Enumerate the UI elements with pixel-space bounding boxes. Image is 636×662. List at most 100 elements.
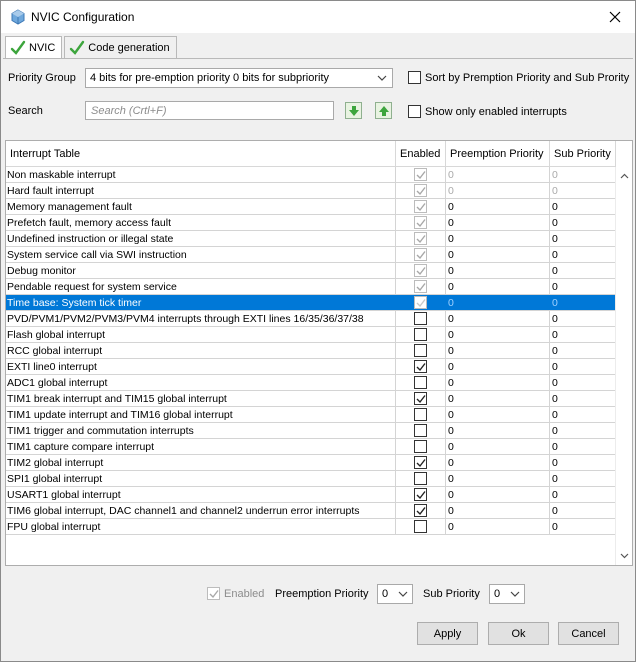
preemption-priority-cell[interactable]: 0: [446, 215, 550, 230]
sub-priority-cell[interactable]: 0: [550, 359, 616, 374]
preemption-priority-cell[interactable]: 0: [446, 503, 550, 518]
sub-priority-cell[interactable]: 0: [550, 455, 616, 470]
table-row[interactable]: SPI1 global interrupt 0 0: [6, 471, 616, 487]
preemption-priority-cell[interactable]: 0: [446, 423, 550, 438]
sub-priority-cell[interactable]: 0: [550, 167, 616, 182]
cancel-button[interactable]: Cancel: [558, 622, 619, 645]
preemption-priority-cell[interactable]: 0: [446, 471, 550, 486]
table-row[interactable]: Undefined instruction or illegal state 0 0: [6, 231, 616, 247]
enabled-checkbox[interactable]: [414, 376, 427, 389]
sort-priority-option[interactable]: Sort by Premption Priority and Sub Prori…: [408, 71, 629, 84]
table-row[interactable]: TIM6 global interrupt, DAC channel1 and …: [6, 503, 616, 519]
sub-priority-cell[interactable]: 0: [550, 423, 616, 438]
table-row[interactable]: PVD/PVM1/PVM2/PVM3/PVM4 interrupts throu…: [6, 311, 616, 327]
sub-priority-cell[interactable]: 0: [550, 263, 616, 278]
sub-priority-cell[interactable]: 0: [550, 519, 616, 534]
column-header-enabled[interactable]: Enabled: [396, 141, 446, 167]
sub-priority-cell[interactable]: 0: [550, 231, 616, 246]
column-header-preemption[interactable]: Preemption Priority: [446, 141, 550, 167]
sub-priority-cell[interactable]: 0: [550, 215, 616, 230]
enabled-checkbox[interactable]: [414, 440, 427, 453]
table-row[interactable]: Pendable request for system service 0 0: [6, 279, 616, 295]
preemption-priority-cell[interactable]: 0: [446, 295, 550, 310]
preemption-priority-cell[interactable]: 0: [446, 455, 550, 470]
preemption-priority-cell[interactable]: 0: [446, 263, 550, 278]
sub-priority-cell[interactable]: 0: [550, 183, 616, 198]
sub-priority-cell[interactable]: 0: [550, 199, 616, 214]
search-next-button[interactable]: [345, 102, 362, 119]
preemption-priority-cell[interactable]: 0: [446, 183, 550, 198]
sub-priority-cell[interactable]: 0: [550, 407, 616, 422]
sub-priority-cell[interactable]: 0: [550, 279, 616, 294]
show-enabled-checkbox[interactable]: [408, 105, 421, 118]
apply-button[interactable]: Apply: [417, 622, 478, 645]
preemption-priority-cell[interactable]: 0: [446, 359, 550, 374]
show-enabled-option[interactable]: Show only enabled interrupts: [408, 105, 567, 118]
preemption-priority-cell[interactable]: 0: [446, 519, 550, 534]
sub-priority-cell[interactable]: 0: [550, 503, 616, 518]
table-row[interactable]: Debug monitor 0 0: [6, 263, 616, 279]
priority-group-select[interactable]: 4 bits for pre-emption priority 0 bits f…: [85, 68, 393, 88]
enabled-checkbox[interactable]: [414, 392, 427, 405]
scroll-down-icon[interactable]: [619, 550, 630, 561]
table-row[interactable]: RCC global interrupt 0 0: [6, 343, 616, 359]
sub-priority-cell[interactable]: 0: [550, 471, 616, 486]
sub-priority-cell[interactable]: 0: [550, 247, 616, 262]
preemption-priority-cell[interactable]: 0: [446, 167, 550, 182]
table-row[interactable]: TIM1 update interrupt and TIM16 global i…: [6, 407, 616, 423]
enabled-checkbox[interactable]: [414, 408, 427, 421]
table-row[interactable]: Hard fault interrupt 0 0: [6, 183, 616, 199]
sort-priority-checkbox[interactable]: [408, 71, 421, 84]
table-row[interactable]: USART1 global interrupt 0 0: [6, 487, 616, 503]
sub-priority-cell[interactable]: 0: [550, 439, 616, 454]
enabled-checkbox[interactable]: [414, 488, 427, 501]
enabled-checkbox[interactable]: [414, 424, 427, 437]
preemption-priority-cell[interactable]: 0: [446, 375, 550, 390]
table-row[interactable]: TIM2 global interrupt 0 0: [6, 455, 616, 471]
sub-priority-cell[interactable]: 0: [550, 375, 616, 390]
table-scrollbar[interactable]: [615, 167, 632, 565]
preemption-priority-cell[interactable]: 0: [446, 439, 550, 454]
table-row[interactable]: System service call via SWI instruction 0…: [6, 247, 616, 263]
table-row[interactable]: TIM1 capture compare interrupt 0 0: [6, 439, 616, 455]
ok-button[interactable]: Ok: [488, 622, 549, 645]
table-row[interactable]: ADC1 global interrupt 0 0: [6, 375, 616, 391]
enabled-checkbox[interactable]: [414, 520, 427, 533]
preemption-priority-cell[interactable]: 0: [446, 343, 550, 358]
enabled-checkbox[interactable]: [414, 312, 427, 325]
preemption-priority-cell[interactable]: 0: [446, 247, 550, 262]
table-row[interactable]: FPU global interrupt 0 0: [6, 519, 616, 535]
tab-code-generation[interactable]: Code generation: [64, 36, 177, 58]
sub-priority-cell[interactable]: 0: [550, 343, 616, 358]
table-row[interactable]: EXTI line0 interrupt 0 0: [6, 359, 616, 375]
search-previous-button[interactable]: [375, 102, 392, 119]
preemption-priority-cell[interactable]: 0: [446, 279, 550, 294]
enabled-checkbox[interactable]: [414, 456, 427, 469]
enabled-checkbox[interactable]: [414, 360, 427, 373]
table-row[interactable]: TIM1 trigger and commutation interrupts 0…: [6, 423, 616, 439]
editor-enabled-option[interactable]: Enabled: [207, 587, 264, 600]
preemption-priority-cell[interactable]: 0: [446, 327, 550, 342]
table-row[interactable]: Prefetch fault, memory access fault 0 0: [6, 215, 616, 231]
sub-priority-cell[interactable]: 0: [550, 295, 616, 310]
preemption-priority-cell[interactable]: 0: [446, 391, 550, 406]
search-input[interactable]: [85, 101, 334, 120]
editor-enabled-checkbox[interactable]: [207, 587, 220, 600]
table-row[interactable]: Memory management fault 0 0: [6, 199, 616, 215]
column-header-interrupt[interactable]: Interrupt Table: [6, 141, 396, 167]
enabled-checkbox[interactable]: [414, 472, 427, 485]
editor-preemption-select[interactable]: 0: [377, 584, 413, 604]
table-row[interactable]: Time base: System tick timer 0 0: [6, 295, 616, 311]
column-header-sub-priority[interactable]: Sub Priority: [550, 141, 616, 167]
sub-priority-cell[interactable]: 0: [550, 311, 616, 326]
preemption-priority-cell[interactable]: 0: [446, 487, 550, 502]
tab-nvic[interactable]: NVIC: [5, 36, 63, 59]
preemption-priority-cell[interactable]: 0: [446, 199, 550, 214]
sub-priority-cell[interactable]: 0: [550, 487, 616, 502]
sub-priority-cell[interactable]: 0: [550, 391, 616, 406]
table-row[interactable]: Non maskable interrupt 0 0: [6, 167, 616, 183]
table-row[interactable]: TIM1 break interrupt and TIM15 global in…: [6, 391, 616, 407]
editor-sub-priority-select[interactable]: 0: [489, 584, 525, 604]
preemption-priority-cell[interactable]: 0: [446, 407, 550, 422]
close-button[interactable]: [595, 1, 635, 33]
